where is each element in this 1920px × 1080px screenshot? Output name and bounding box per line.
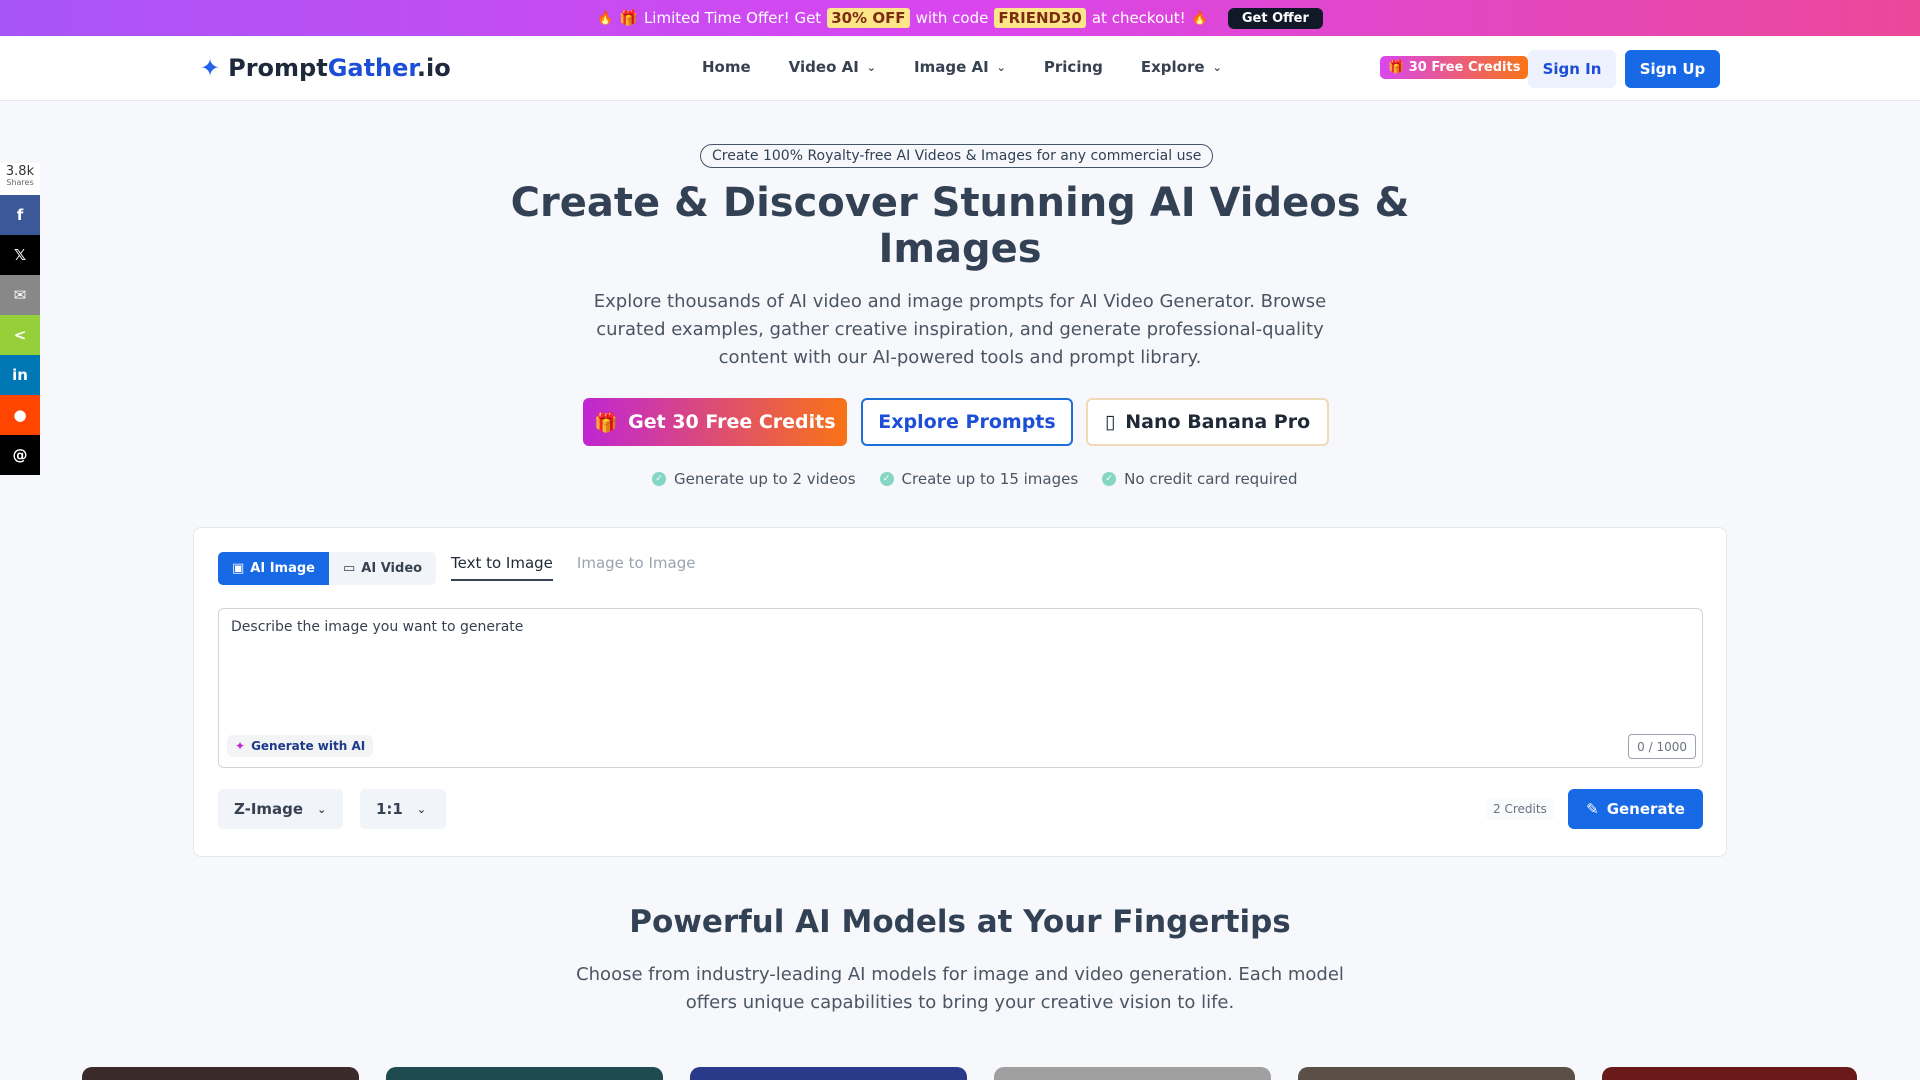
site-logo[interactable]: ✦ PromptGather.io: [200, 54, 451, 82]
tab-text-to-image[interactable]: Text to Image: [451, 554, 553, 581]
free-credits-badge[interactable]: 🎁 30 Free Credits: [1380, 56, 1529, 79]
linkedin-share-button[interactable]: in: [0, 355, 40, 395]
credit-cost-badge: 2 Credits: [1486, 798, 1554, 820]
promo-discount: 30% OFF: [827, 8, 910, 28]
facebook-icon: f: [16, 206, 24, 224]
nav-explore[interactable]: Explore ⌄: [1141, 58, 1222, 76]
promo-middle: with code: [915, 9, 989, 27]
sign-up-button[interactable]: Sign Up: [1625, 50, 1720, 88]
benefit-item: ✓ Create up to 15 images: [879, 470, 1078, 488]
reddit-share-button[interactable]: ●: [0, 395, 40, 435]
magic-wand-icon: ✎: [1586, 800, 1599, 818]
linkedin-icon: in: [12, 366, 28, 384]
nav-home[interactable]: Home: [702, 58, 751, 76]
generation-tabs: Text to Image Image to Image: [451, 554, 695, 581]
hero-title: Create & Discover Stunning AI Videos & I…: [510, 180, 1410, 272]
model-card-thumbnail[interactable]: [386, 1067, 663, 1080]
prompt-input[interactable]: Describe the image you want to generate …: [218, 608, 1703, 768]
threads-icon: @: [12, 446, 28, 464]
fire-icon: 🔥: [1191, 10, 1208, 26]
mode-switch: ▣ AI Image ▭ AI Video: [218, 552, 437, 585]
model-card-thumbnail[interactable]: [994, 1067, 1271, 1080]
email-share-button[interactable]: ✉: [0, 275, 40, 315]
explore-prompts-button[interactable]: Explore Prompts: [861, 398, 1073, 446]
gift-icon: 🎁: [619, 9, 638, 27]
x-share-button[interactable]: 𝕏: [0, 235, 40, 275]
email-icon: ✉: [13, 286, 27, 304]
facebook-share-button[interactable]: f: [0, 195, 40, 235]
chevron-down-icon: ⌄: [416, 802, 427, 816]
royalty-free-pill: Create 100% Royalty-free AI Videos & Ima…: [700, 144, 1214, 168]
prompt-placeholder: Describe the image you want to generate: [231, 619, 524, 635]
get-offer-button[interactable]: Get Offer: [1227, 7, 1323, 29]
chevron-down-icon: ⌄: [996, 60, 1006, 74]
check-icon: ✓: [879, 472, 894, 486]
chevron-down-icon: ⌄: [317, 802, 327, 816]
generate-with-ai-button[interactable]: ✦ Generate with AI: [227, 735, 374, 757]
models-section-title: Powerful AI Models at Your Fingertips: [629, 904, 1291, 940]
sign-in-button[interactable]: Sign In: [1528, 50, 1616, 88]
nav-pricing[interactable]: Pricing: [1044, 58, 1103, 76]
sparkle-icon: ✦: [235, 739, 246, 753]
sparkle-icon: ✦: [200, 54, 221, 82]
threads-share-button[interactable]: @: [0, 435, 40, 475]
tab-image-to-image[interactable]: Image to Image: [577, 554, 696, 581]
character-counter: 0 / 1000: [1628, 734, 1696, 759]
promo-suffix: at checkout!: [1091, 9, 1186, 27]
nav-image-ai[interactable]: Image AI ⌄: [914, 58, 1006, 76]
generate-button[interactable]: ✎ Generate: [1568, 789, 1703, 829]
share-icon: <: [13, 326, 27, 344]
social-share-rail: 3.8k Shares f 𝕏 ✉ < in ● @: [0, 163, 40, 475]
chevron-down-icon: ⌄: [1212, 60, 1222, 74]
reddit-icon: ●: [13, 406, 27, 424]
check-icon: ✓: [1102, 472, 1117, 486]
benefits-list: ✓ Generate up to 2 videos ✓ Create up to 1…: [652, 470, 1297, 488]
ai-video-mode-button[interactable]: ▭ AI Video: [329, 552, 437, 585]
models-section-subtitle: Choose from industry-leading AI models f…: [576, 964, 1344, 1013]
model-card-thumbnail[interactable]: [82, 1067, 359, 1080]
model-select[interactable]: Z-Image ⌄: [218, 789, 343, 829]
promo-banner: 🔥 🎁 Limited Time Offer! Get 30% OFF with…: [0, 0, 1920, 36]
model-card-thumbnail[interactable]: [1602, 1067, 1857, 1080]
chevron-down-icon: ⌄: [866, 60, 877, 74]
aspect-ratio-select[interactable]: 1:1 ⌄: [360, 789, 446, 829]
main-menu: Home Video AI ⌄ Image AI ⌄ Pricing Explore…: [702, 58, 1222, 76]
nav-video-ai[interactable]: Video AI ⌄: [789, 58, 876, 76]
image-icon: ▣: [232, 561, 245, 576]
benefit-item: ✓ No credit card required: [1102, 470, 1297, 488]
generator-card: ▣ AI Image ▭ AI Video Text to Image Image …: [193, 527, 1727, 857]
share-count: 3.8k Shares: [0, 163, 40, 195]
get-free-credits-button[interactable]: 🎁 Get 30 Free Credits: [583, 398, 847, 446]
gift-icon: 🎁: [594, 411, 619, 434]
ai-image-mode-button[interactable]: ▣ AI Image: [218, 552, 329, 585]
hero-subtitle: Explore thousands of AI video and image …: [593, 291, 1327, 368]
promo-code: FRIEND30: [994, 8, 1086, 28]
generic-share-button[interactable]: <: [0, 315, 40, 355]
benefit-item: ✓ Generate up to 2 videos: [652, 470, 856, 488]
gift-icon: 🎁: [1388, 60, 1405, 75]
model-card-thumbnail[interactable]: [690, 1067, 967, 1080]
fire-icon: 🔥: [597, 10, 614, 26]
check-icon: ✓: [652, 472, 666, 486]
x-icon: 𝕏: [13, 246, 27, 264]
model-card-thumbnail[interactable]: [1298, 1067, 1575, 1080]
promo-prefix: Limited Time Offer! Get: [643, 9, 822, 27]
video-icon: ▭: [343, 561, 356, 576]
banana-icon: ▯: [1104, 411, 1116, 433]
nano-banana-pro-button[interactable]: ▯ Nano Banana Pro: [1086, 398, 1329, 446]
navbar: ✦ PromptGather.io Home Video AI ⌄ Image A…: [0, 36, 1920, 101]
